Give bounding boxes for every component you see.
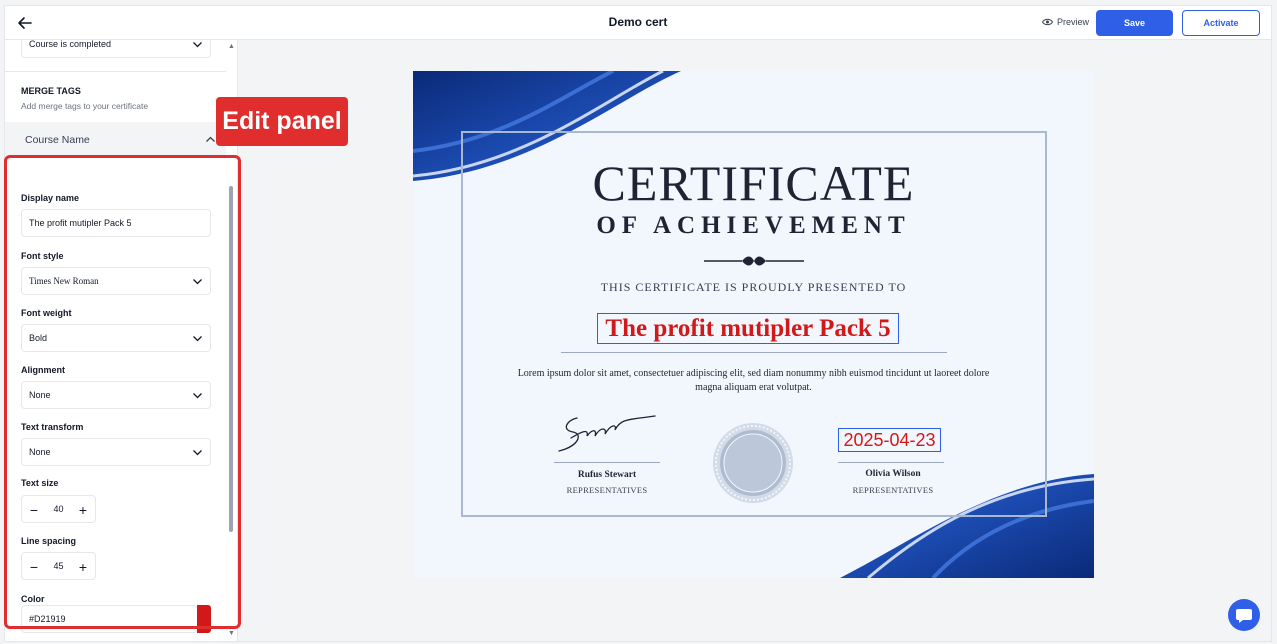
preview-button[interactable]: Preview xyxy=(1042,17,1089,27)
chevron-down-icon xyxy=(193,42,202,48)
text-size-stepper[interactable]: − 40 + xyxy=(21,495,96,523)
font-style-select[interactable]: Times New Roman xyxy=(21,267,211,295)
certificate-body: Lorem ipsum dolor sit amet, consectetuer… xyxy=(517,368,990,393)
display-name-input[interactable]: The profit mutipler Pack 5 xyxy=(21,209,211,237)
accordion-label: Course Name xyxy=(25,134,90,146)
scroll-up-icon[interactable]: ▲ xyxy=(228,43,235,50)
right-rep-role: REPRESENTATIVES xyxy=(852,485,934,495)
signature-image xyxy=(558,415,656,452)
increment-button[interactable]: + xyxy=(73,500,93,520)
alignment-select[interactable]: None xyxy=(21,381,211,409)
recipient-name-tag[interactable]: The profit mutipler Pack 5 xyxy=(597,313,899,344)
increment-button[interactable]: + xyxy=(73,557,93,577)
right-rep-name: Olivia Wilson xyxy=(865,469,921,479)
chevron-up-icon xyxy=(206,136,215,142)
text-transform-label: Text transform xyxy=(21,422,84,432)
save-button[interactable]: Save xyxy=(1096,10,1173,36)
color-label: Color xyxy=(21,594,45,604)
seal-icon xyxy=(713,423,793,503)
preview-label: Preview xyxy=(1057,17,1090,27)
chat-button[interactable] xyxy=(1228,599,1260,631)
color-swatch[interactable] xyxy=(197,605,211,633)
alignment-value: None xyxy=(29,390,51,400)
scrollbar-thumb[interactable] xyxy=(229,186,233,532)
text-size-label: Text size xyxy=(21,478,59,488)
divider xyxy=(5,71,226,72)
ornament-divider xyxy=(704,256,804,266)
font-style-label: Font style xyxy=(21,251,64,261)
course-name-accordion[interactable]: Course Name xyxy=(5,122,226,158)
font-weight-value: Bold xyxy=(29,333,48,343)
chat-icon xyxy=(1236,609,1252,623)
trigger-select[interactable]: Course is completed xyxy=(21,40,211,58)
merge-tags-title: MERGE TAGS xyxy=(21,86,81,96)
chevron-down-icon xyxy=(193,336,202,342)
left-rep-name: Rufus Stewart xyxy=(577,470,637,480)
chevron-down-icon xyxy=(193,393,202,399)
line-spacing-stepper[interactable]: − 45 + xyxy=(21,552,96,580)
eye-icon xyxy=(1042,18,1053,26)
certificate-heading: CERTIFICATE xyxy=(592,155,915,211)
font-weight-label: Font weight xyxy=(21,308,72,318)
signature-line xyxy=(838,462,944,463)
presented-to-text: THIS CERTIFICATE IS PROUDLY PRESENTED TO xyxy=(600,280,907,294)
text-transform-value: None xyxy=(29,447,51,457)
top-bar: Demo cert Preview Save Activate xyxy=(5,6,1271,40)
alignment-label: Alignment xyxy=(21,365,65,375)
display-name-label: Display name xyxy=(21,193,80,203)
line-spacing-label: Line spacing xyxy=(21,536,77,546)
left-rep-role: REPRESENTATIVES xyxy=(566,485,648,495)
chevron-down-icon xyxy=(193,450,202,456)
edit-panel-callout: Edit panel xyxy=(216,97,348,146)
color-input[interactable]: #D21919 xyxy=(21,605,198,633)
font-weight-select[interactable]: Bold xyxy=(21,324,211,352)
left-edit-panel: ▲ Course is completed MERGE TAGS Add mer… xyxy=(5,40,238,641)
merge-tags-subtitle: Add merge tags to your certificate xyxy=(21,101,149,111)
certificate[interactable]: CERTIFICATE OF ACHIEVEMENT THIS CERTIFIC… xyxy=(413,71,1094,578)
activate-button[interactable]: Activate xyxy=(1182,10,1260,36)
scroll-down-icon[interactable]: ▼ xyxy=(228,630,235,637)
chevron-down-icon xyxy=(193,279,202,285)
signature-line xyxy=(554,462,660,463)
text-transform-select[interactable]: None xyxy=(21,438,211,466)
trigger-select-value: Course is completed xyxy=(29,40,112,49)
font-style-value: Times New Roman xyxy=(29,276,99,286)
recipient-underline xyxy=(561,352,947,353)
certificate-subheading: OF ACHIEVEMENT xyxy=(596,212,911,239)
date-merge-tag[interactable]: 2025-04-23 xyxy=(838,428,941,452)
